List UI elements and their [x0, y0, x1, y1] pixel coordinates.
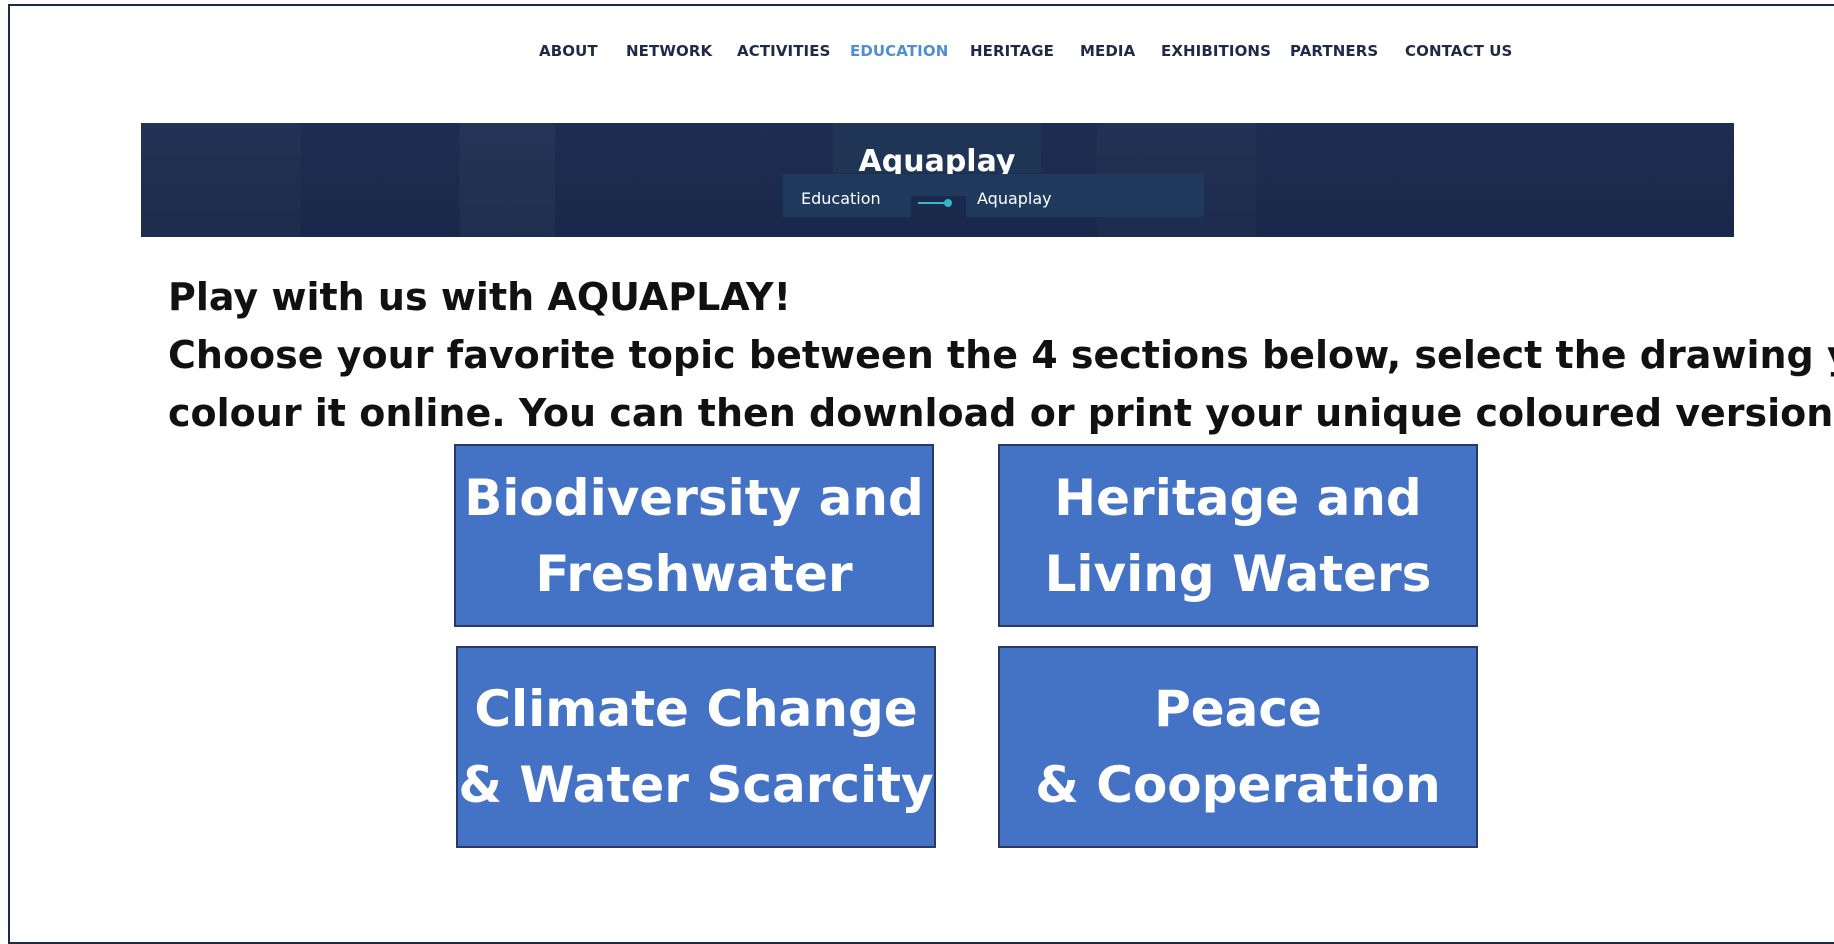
section-title-line-1: Biodiversity and [464, 468, 924, 527]
section-title-line-2: & Water Scarcity [458, 756, 934, 814]
section-title-line-1: Climate Change [474, 680, 918, 738]
breadcrumb-dot-icon [944, 199, 952, 207]
nav-partners[interactable]: PARTNERS [1290, 42, 1378, 60]
section-peace-cooperation[interactable]: Peace & Cooperation [998, 646, 1478, 848]
nav-contact-us[interactable]: CONTACT US [1405, 42, 1512, 60]
intro-line-3: colour it online. You can then download … [168, 391, 1834, 435]
section-heritage-living-waters[interactable]: Heritage and Living Waters [998, 444, 1478, 627]
nav-network[interactable]: NETWORK [626, 42, 712, 60]
page-frame: ABOUT NETWORK ACTIVITIES EDUCATION HERIT… [8, 4, 1834, 944]
section-title-line-2: Living Waters [1044, 544, 1432, 603]
breadcrumb-aquaplay: Aquaplay [977, 189, 1052, 208]
nav-activities[interactable]: ACTIVITIES [737, 42, 830, 60]
section-climate-change-water-scarcity[interactable]: Climate Change & Water Scarcity [456, 646, 936, 848]
nav-about[interactable]: ABOUT [539, 42, 598, 60]
breadcrumb-notch [911, 196, 966, 217]
nav-exhibitions[interactable]: EXHIBITIONS [1161, 42, 1271, 60]
section-title-line-2: & Cooperation [1035, 756, 1441, 814]
intro-text: Play with us with AQUAPLAY! Choose your … [168, 268, 1834, 442]
nav-media[interactable]: MEDIA [1080, 42, 1135, 60]
section-title-line-1: Peace [1154, 680, 1322, 738]
intro-heading: Play with us with AQUAPLAY! [168, 275, 791, 319]
breadcrumb-education[interactable]: Education [801, 189, 881, 208]
section-title-line-1: Heritage and [1054, 468, 1422, 527]
intro-line-2: Choose your favorite topic between the 4… [168, 333, 1834, 377]
nav-education[interactable]: EDUCATION [850, 42, 948, 60]
section-biodiversity-freshwater[interactable]: Biodiversity and Freshwater [454, 444, 934, 627]
section-title-line-2: Freshwater [535, 544, 853, 603]
nav-heritage[interactable]: HERITAGE [970, 42, 1054, 60]
